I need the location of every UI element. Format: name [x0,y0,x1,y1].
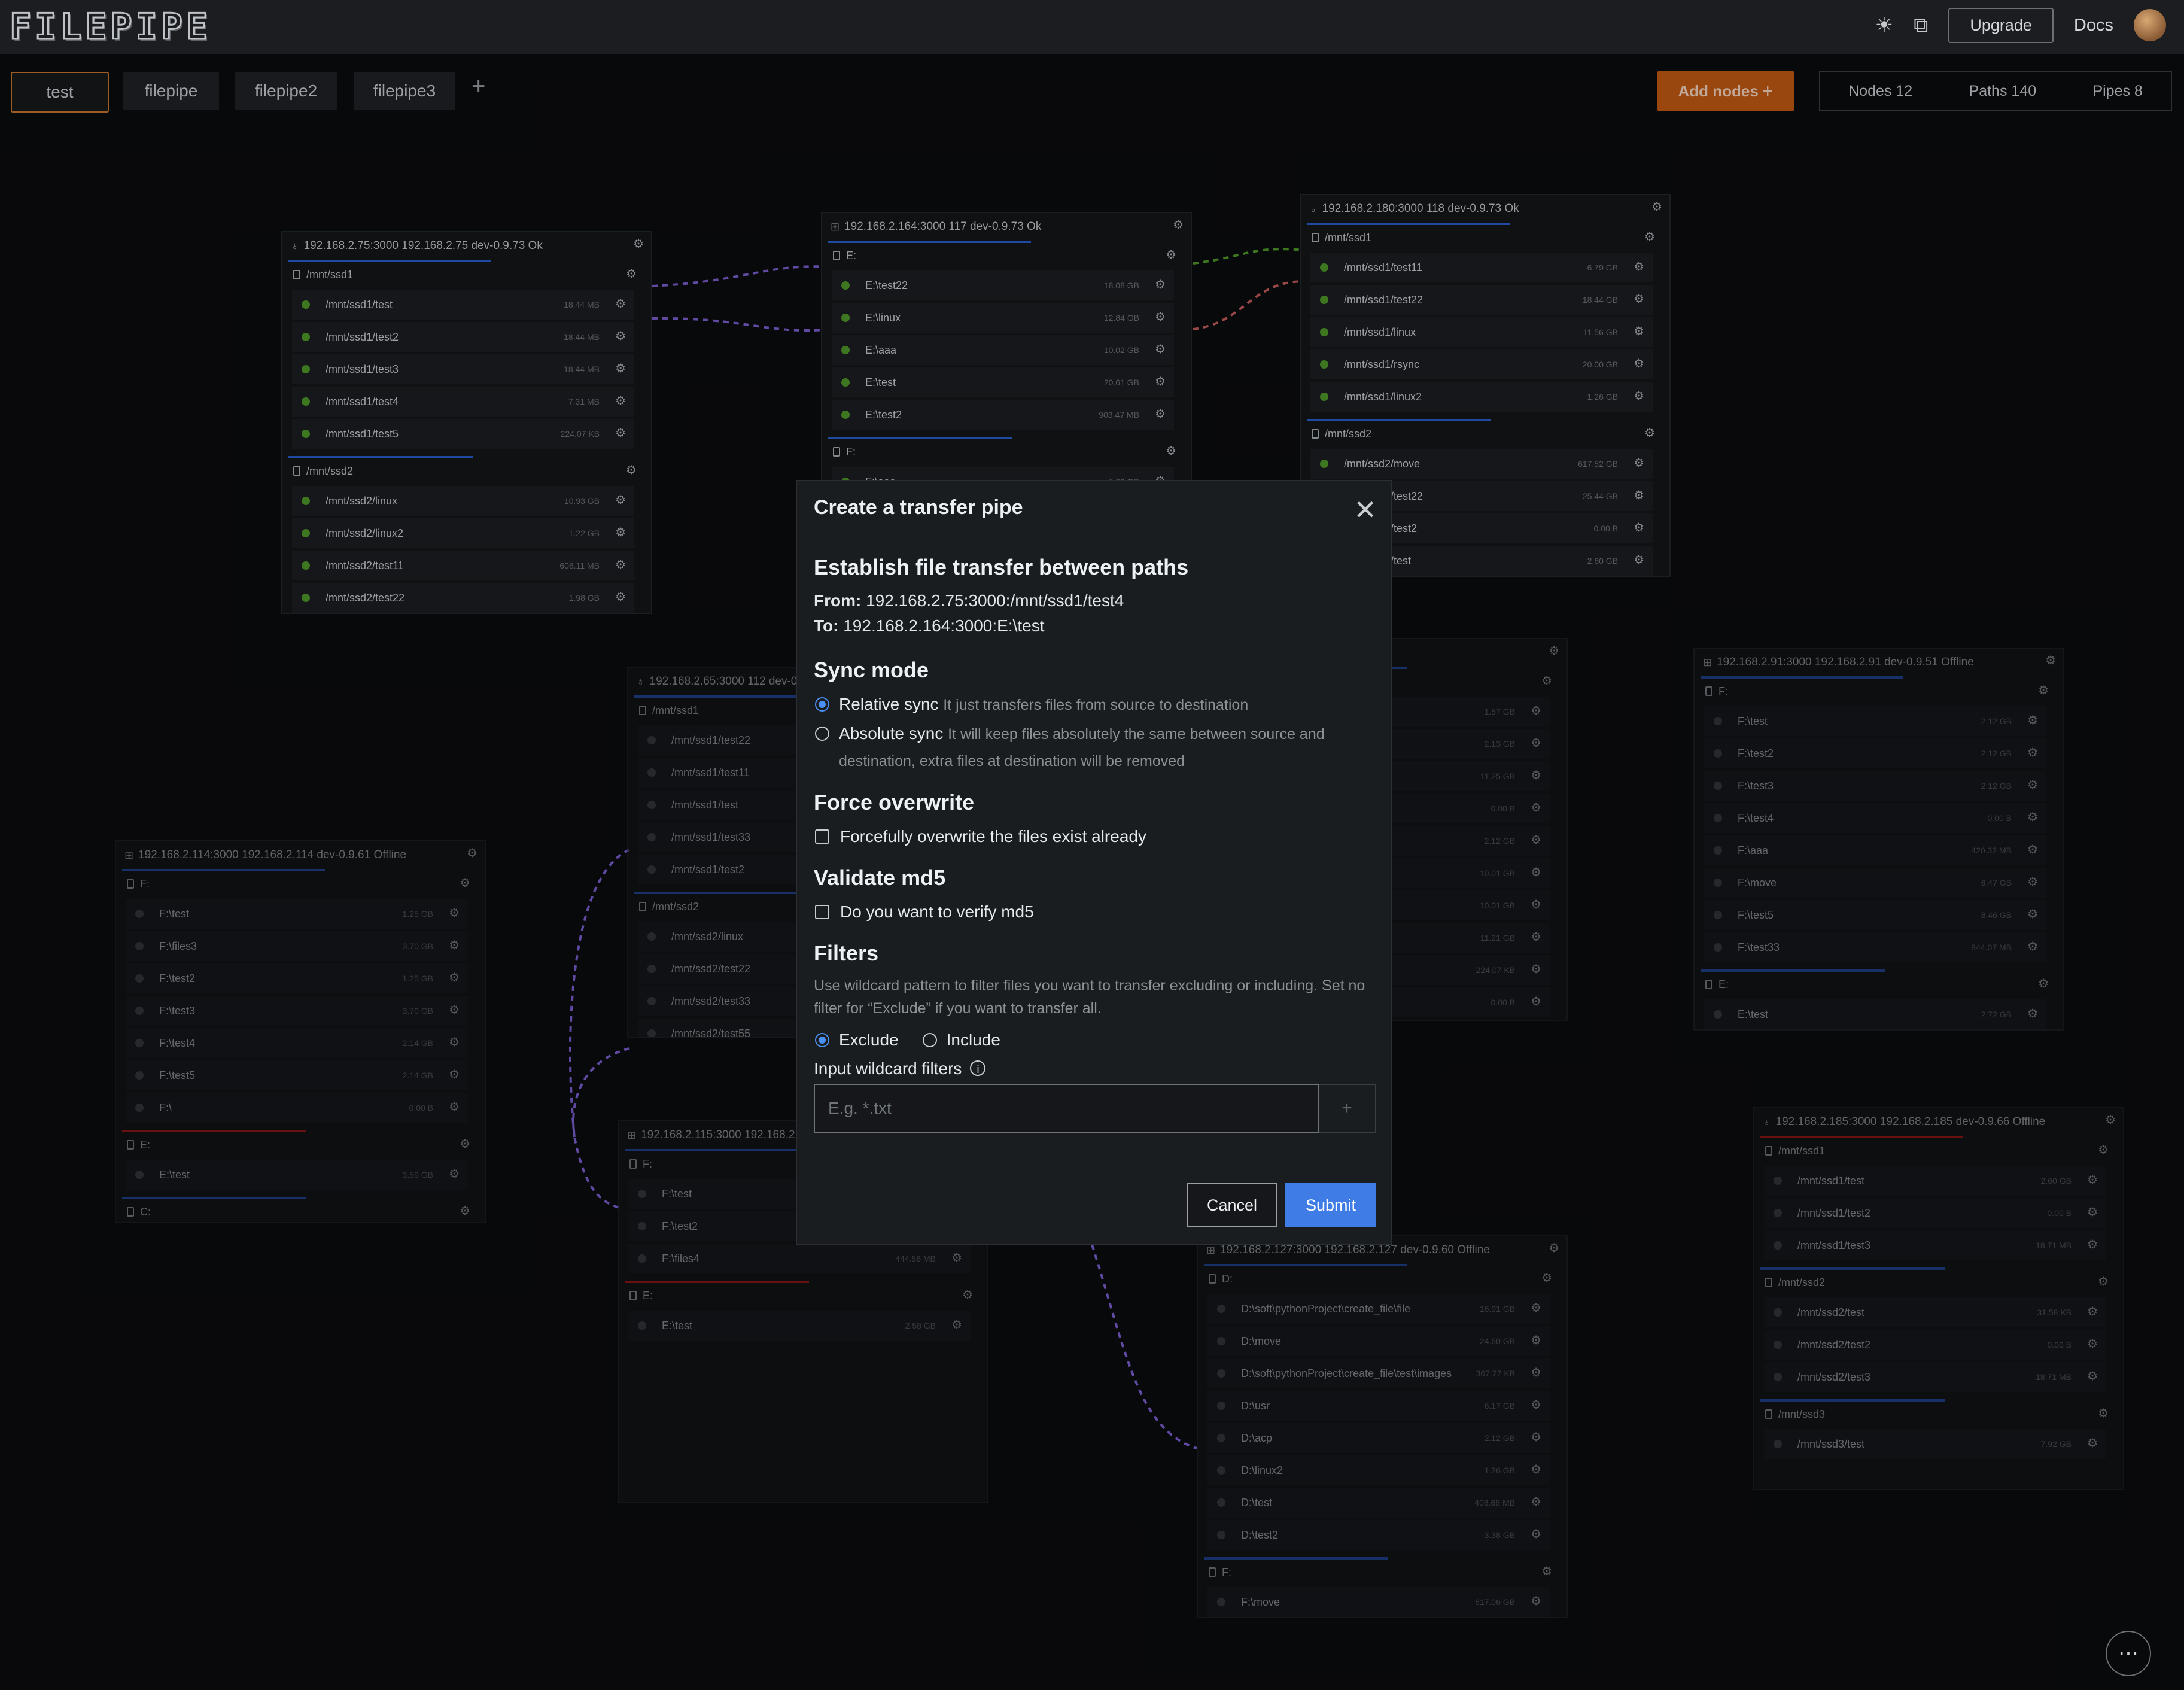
force-overwrite-heading: Force overwrite [814,790,975,814]
filters-heading: Filters [814,941,879,965]
validate-md5-label: Do you want to verify md5 [840,902,1034,921]
modal-body: Establish file transfer between paths Fr… [814,555,1376,1082]
info-icon[interactable]: i [970,1060,986,1076]
create-pipe-modal: Create a transfer pipe ✕ Establish file … [796,480,1392,1245]
submit-button[interactable]: Submit [1285,1183,1376,1227]
more-options-icon[interactable]: ⋯ [2106,1631,2151,1676]
from-value: 192.168.2.75:3000:/mnt/ssd1/test4 [866,591,1124,610]
include-label[interactable]: Include [947,1027,1000,1053]
add-filter-button[interactable]: + [1319,1084,1376,1133]
sync-mode-heading: Sync mode [814,658,929,682]
validate-md5-option[interactable]: Do you want to verify md5 [814,899,1376,925]
from-line: From: 192.168.2.75:3000:/mnt/ssd1/test4 [814,588,1376,613]
exclude-radio[interactable] [815,1033,829,1047]
relative-sync-radio[interactable] [815,697,829,712]
force-overwrite-label: Forcefully overwrite the files exist alr… [840,827,1146,846]
wildcard-input-group: + [814,1084,1376,1133]
to-line: To: 192.168.2.164:3000:E:\test [814,613,1376,639]
absolute-sync-radio[interactable] [815,727,829,741]
exclude-label[interactable]: Exclude [839,1027,899,1053]
absolute-sync-label: Absolute sync [839,724,944,743]
relative-sync-label: Relative sync [839,695,939,713]
relative-sync-desc: It just transfers files from source to d… [943,697,1249,713]
relative-sync-option[interactable]: Relative sync It just transfers files fr… [814,691,1376,718]
wildcard-label: Input wildcard filters [814,1059,962,1078]
modal-title: Create a transfer pipe [814,496,1023,519]
from-label: From: [814,591,862,610]
to-value: 192.168.2.164:3000:E:\test [843,616,1045,635]
filters-desc: Use wildcard pattern to filter files you… [814,977,1365,1017]
validate-md5-checkbox[interactable] [815,905,829,919]
force-overwrite-checkbox[interactable] [815,829,829,844]
wildcard-input[interactable] [814,1084,1319,1133]
absolute-sync-option[interactable]: Absolute sync It will keep files absolut… [814,721,1376,774]
close-icon[interactable]: ✕ [1353,496,1377,524]
establish-heading: Establish file transfer between paths [814,555,1189,579]
to-label: To: [814,616,839,635]
cancel-button[interactable]: Cancel [1187,1183,1277,1227]
force-overwrite-option[interactable]: Forcefully overwrite the files exist alr… [814,823,1376,850]
filter-mode-group: Exclude Include [814,1027,1376,1053]
include-radio[interactable] [922,1033,937,1047]
wildcard-label-row: Input wildcard filters i [814,1056,1376,1082]
validate-md5-heading: Validate md5 [814,865,946,890]
